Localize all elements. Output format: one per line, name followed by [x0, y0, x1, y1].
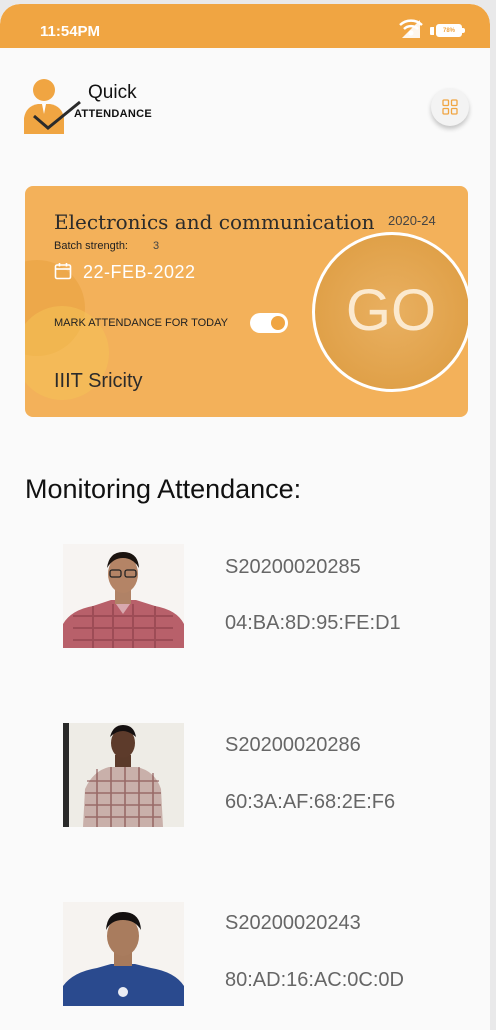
- mark-attendance-label: MARK ATTENDANCE FOR TODAY: [54, 317, 228, 329]
- calendar-icon: [54, 263, 72, 280]
- go-label: GO: [345, 277, 437, 343]
- batch-strength-value: 3: [153, 240, 160, 252]
- course-name: Electronics and communication: [54, 210, 375, 234]
- student-id: S20200020286: [225, 734, 361, 756]
- college-name: IIIT Sricity: [54, 370, 143, 392]
- mark-attendance-toggle[interactable]: [250, 313, 288, 333]
- student-photo: [63, 902, 184, 1006]
- list-item[interactable]: S20200020243 80:AD:16:AC:0C:0D: [0, 898, 490, 1028]
- device-mac: 04:BA:8D:95:FE:D1: [225, 612, 401, 634]
- batch-strength-label: Batch strength:: [54, 240, 128, 252]
- user-check-icon: [24, 79, 81, 134]
- logo-title: Quick: [88, 82, 137, 103]
- battery-icon: 78%: [436, 24, 465, 37]
- student-portrait: [63, 902, 184, 1006]
- app-logo: Quick ATTENDANCE: [24, 76, 164, 134]
- logo-subtitle: ATTENDANCE: [74, 108, 152, 120]
- batch-year: 2020-24: [388, 213, 436, 228]
- go-button[interactable]: GO: [312, 232, 468, 392]
- toggle-knob: [271, 316, 285, 330]
- list-item[interactable]: S20200020286 60:3A:AF:68:2E:F6: [0, 720, 490, 850]
- student-id: S20200020285: [225, 556, 361, 578]
- section-title: Monitoring Attendance:: [25, 474, 302, 504]
- student-portrait: [63, 544, 184, 648]
- student-photo: [63, 723, 184, 827]
- grid-menu-button[interactable]: [431, 88, 469, 126]
- student-id: S20200020243: [225, 912, 361, 934]
- battery-cap: [430, 27, 434, 35]
- attendance-date[interactable]: 22-FEB-2022: [83, 262, 196, 283]
- student-portrait: [63, 723, 184, 827]
- wifi-icon: [399, 19, 423, 38]
- list-item[interactable]: S20200020285 04:BA:8D:95:FE:D1: [0, 540, 490, 670]
- device-mac: 80:AD:16:AC:0C:0D: [225, 969, 404, 991]
- device-mac: 60:3A:AF:68:2E:F6: [225, 791, 396, 813]
- phone-screen: 11:54PM 78% Quick ATTENDANCE Electronics…: [0, 4, 490, 1030]
- status-time: 11:54PM: [40, 23, 101, 40]
- class-card: Electronics and communication 2020-24 Ba…: [25, 186, 468, 417]
- student-photo: [63, 544, 184, 648]
- grid-icon: [442, 99, 458, 115]
- battery-level: 78%: [442, 27, 455, 34]
- status-bar: 11:54PM 78%: [0, 4, 490, 48]
